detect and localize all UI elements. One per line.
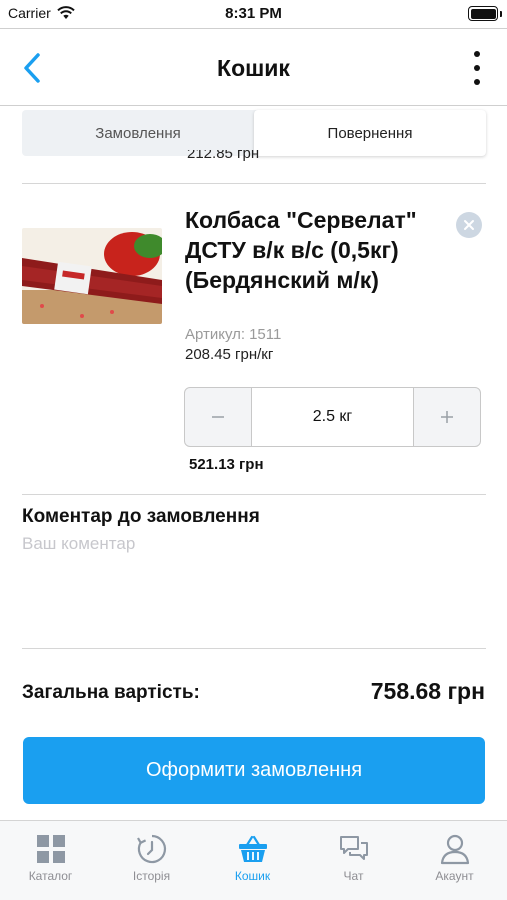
tab-cart-label: Кошик xyxy=(234,869,271,883)
more-vertical-icon xyxy=(474,51,480,57)
plus-icon xyxy=(441,411,453,423)
basket-icon xyxy=(239,835,267,862)
user-icon xyxy=(440,834,470,865)
tab-account-label: Акаунт xyxy=(435,869,474,883)
grid-icon xyxy=(37,835,65,863)
page-title: Кошик xyxy=(217,55,290,81)
decrease-button[interactable] xyxy=(185,388,251,446)
divider xyxy=(22,648,486,649)
tab-chat[interactable]: Чат xyxy=(303,821,404,900)
close-icon xyxy=(464,220,474,230)
battery-icon xyxy=(468,6,498,21)
tab-history[interactable]: Історія xyxy=(101,821,202,900)
history-icon xyxy=(137,834,167,864)
comment-input[interactable] xyxy=(22,534,486,634)
minus-icon xyxy=(212,416,224,418)
quantity-value[interactable]: 2.5 кг xyxy=(251,388,414,446)
product-sku: Артикул: 1511 xyxy=(185,326,281,343)
tab-catalog-label: Каталог xyxy=(28,869,73,883)
status-bar: Carrier 8:31 PM xyxy=(0,0,507,28)
tab-cart[interactable]: Кошик xyxy=(202,821,303,900)
line-total: 521.13 грн xyxy=(189,456,264,473)
sku-value: 1511 xyxy=(249,326,282,343)
product-name: Колбаса "Сервелат" ДСТУ в/к в/с (0,5кг) … xyxy=(185,207,417,293)
divider xyxy=(22,494,486,495)
tab-chat-label: Чат xyxy=(343,869,364,883)
product-image xyxy=(22,228,162,324)
tab-bar: Каталог Історія Кошик Чат Акаунт xyxy=(0,820,507,900)
remove-item-button[interactable] xyxy=(456,212,482,238)
chat-icon xyxy=(340,836,368,860)
nav-bar: Кошик xyxy=(0,28,507,106)
comment-title: Коментар до замовлення xyxy=(22,506,260,527)
divider xyxy=(22,183,486,184)
total-value: 758.68 грн xyxy=(370,678,485,704)
sku-label: Артикул: xyxy=(185,326,246,343)
previous-item-price: 212.85 грн xyxy=(187,150,260,162)
status-time: 8:31 PM xyxy=(225,5,282,22)
quantity-stepper: 2.5 кг xyxy=(184,387,481,447)
checkout-button[interactable]: Оформити замовлення xyxy=(23,737,485,804)
tab-account[interactable]: Акаунт xyxy=(404,821,505,900)
increase-button[interactable] xyxy=(414,388,480,446)
total-label: Загальна вартість: xyxy=(22,682,200,703)
unit-price: 208.45 грн/кг xyxy=(185,346,274,363)
tab-history-label: Історія xyxy=(132,869,171,883)
tab-returns[interactable]: Повернення xyxy=(254,110,486,156)
tab-catalog[interactable]: Каталог xyxy=(0,821,101,900)
more-button[interactable] xyxy=(469,51,485,85)
